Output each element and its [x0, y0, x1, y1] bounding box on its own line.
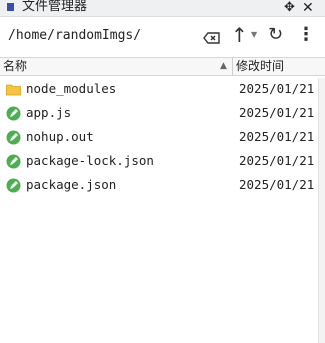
close-icon[interactable]: ✕ — [302, 0, 314, 16]
column-divider[interactable] — [232, 58, 233, 76]
folder-icon — [6, 82, 21, 97]
file-date: 2025/01/21 — [239, 81, 315, 96]
file-edit-icon — [6, 130, 21, 145]
list-item[interactable]: nohup.out 2025/01/21 — [0, 126, 325, 150]
file-name: package-lock.json — [26, 153, 154, 168]
more-menu-icon[interactable]: ⋮ — [297, 25, 315, 45]
title-bar: 文件管理器 ✥ ✕ — [0, 0, 325, 17]
column-header: 名称 ▲ 修改时间 — [0, 57, 325, 76]
list-item[interactable]: app.js 2025/01/21 — [0, 102, 325, 126]
sort-ascending-icon[interactable]: ▲ — [220, 59, 227, 74]
file-edit-icon — [6, 154, 21, 169]
file-date: 2025/01/21 — [239, 129, 315, 144]
file-name: package.json — [26, 177, 117, 192]
refresh-icon[interactable]: ↻ — [268, 25, 283, 45]
file-name: app.js — [26, 105, 72, 120]
file-name: nohup.out — [26, 129, 94, 144]
column-modified-header[interactable]: 修改时间 — [236, 59, 284, 74]
list-item[interactable]: package.json 2025/01/21 — [0, 174, 325, 198]
file-name: node_modules — [26, 81, 117, 96]
file-edit-icon — [6, 106, 21, 121]
file-date: 2025/01/21 — [239, 177, 315, 192]
file-edit-icon — [6, 178, 21, 193]
arrow-up-icon[interactable]: ↑ — [231, 23, 248, 47]
file-date: 2025/01/21 — [239, 153, 315, 168]
history-dropdown-icon[interactable]: ▼ — [251, 30, 257, 40]
list-item[interactable]: package-lock.json 2025/01/21 — [0, 150, 325, 174]
list-item[interactable]: node_modules 2025/01/21 — [0, 78, 325, 102]
file-date: 2025/01/21 — [239, 105, 315, 120]
column-name-header[interactable]: 名称 — [3, 59, 27, 74]
window-title: 文件管理器 — [22, 0, 88, 14]
path-input[interactable]: /home/randomImgs/ — [8, 28, 141, 44]
app-icon — [7, 3, 14, 11]
scrollbar-track[interactable] — [318, 78, 325, 343]
path-toolbar: /home/randomImgs/ ↑ ▼ ↻ ⋮ — [0, 17, 325, 57]
pin-icon[interactable]: ✥ — [284, 0, 295, 16]
clear-input-icon[interactable] — [203, 29, 220, 44]
